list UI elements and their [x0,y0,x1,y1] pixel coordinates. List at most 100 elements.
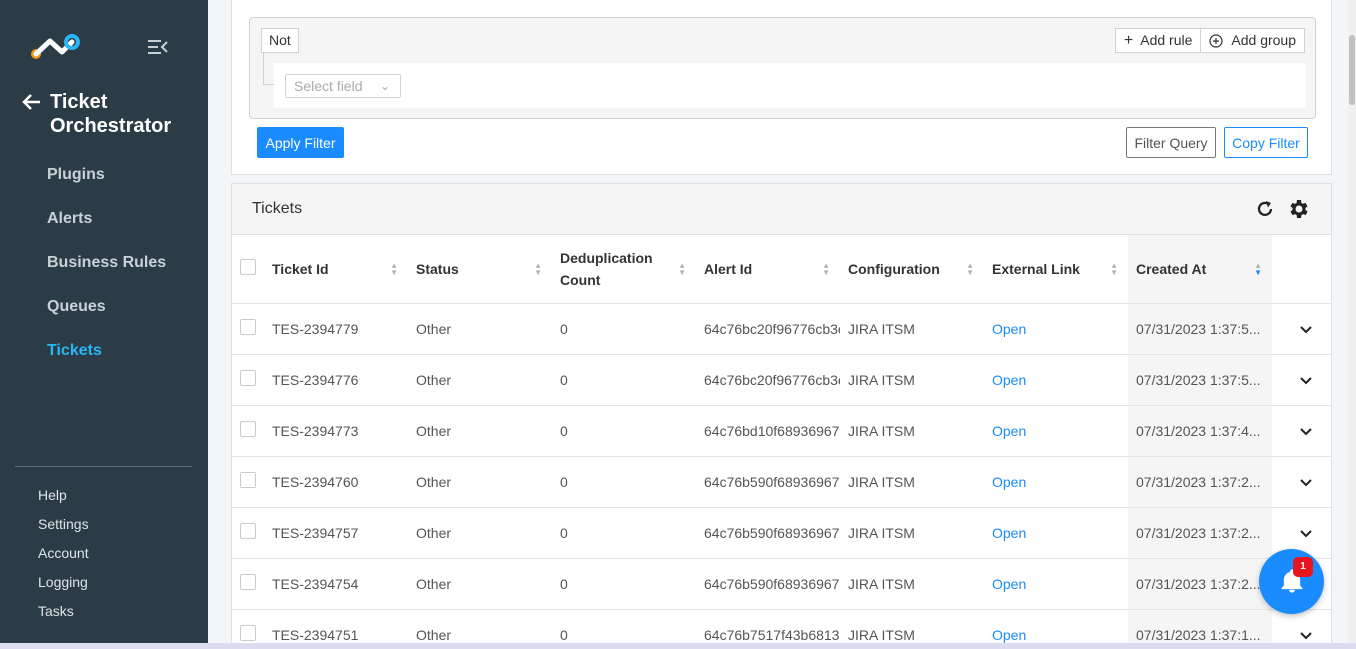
refresh-icon[interactable] [1255,199,1275,219]
chevron-down-icon[interactable] [1298,627,1314,643]
row-select-cell [232,558,264,610]
back-arrow-icon[interactable] [22,92,42,112]
sidebar-item-alerts[interactable]: Alerts [47,208,166,252]
sidebar-item-plugins[interactable]: Plugins [47,164,166,208]
column-external-link[interactable]: External Link ▲ ▼ [984,235,1128,304]
sidebar-item-settings[interactable]: Settings [38,515,89,544]
logo-icon [31,34,80,59]
open-link[interactable]: Open [992,423,1026,439]
scrollbar-thumb[interactable] [1349,35,1355,105]
column-label: Configuration [848,260,940,277]
open-link[interactable]: Open [992,525,1026,541]
main-content: Not + Add rule Add group Select field ⌄ … [208,0,1348,649]
column-alert-id[interactable]: Alert Id ▲ ▼ [696,235,840,304]
dedup-count-cell: 0 [552,456,696,508]
sidebar-item-account[interactable]: Account [38,544,89,573]
tickets-table: Ticket Id ▲ ▼ Status ▲ ▼ Deduplication Count… [232,235,1331,649]
add-group-button[interactable]: Add group [1201,28,1305,53]
configuration-cell: JIRA ITSM [840,354,984,406]
menu-collapse-icon[interactable] [147,38,169,56]
alert-id-cell: 64c76b590f68936967e [696,507,840,559]
ticket-id-cell: TES-2394754 [264,558,408,610]
table-row[interactable]: TES-2394779 Other 0 64c76bc20f96776cb3e … [232,303,1331,355]
settings-icon[interactable] [1287,197,1311,221]
select-field-dropdown[interactable]: Select field ⌄ [285,74,401,98]
sidebar-item-help[interactable]: Help [38,486,89,515]
ticket-id-cell: TES-2394760 [264,456,408,508]
column-label: Ticket Id [272,260,329,277]
ticket-id-cell: TES-2394773 [264,405,408,457]
open-link[interactable]: Open [992,576,1026,592]
row-checkbox[interactable] [240,421,256,437]
table-row[interactable]: TES-2394776 Other 0 64c76bc20f96776cb3e … [232,354,1331,406]
open-link[interactable]: Open [992,474,1026,490]
chevron-down-icon[interactable] [1298,525,1314,541]
add-rule-button[interactable]: + Add rule [1114,28,1202,53]
page-scrollbar[interactable] [1348,0,1356,649]
sidebar-item-tasks[interactable]: Tasks [38,602,89,631]
row-checkbox[interactable] [240,319,256,335]
open-link[interactable]: Open [992,627,1026,643]
external-link-cell: Open [984,354,1128,406]
row-select-cell [232,303,264,355]
chevron-down-icon[interactable] [1298,474,1314,490]
plus-icon: + [1123,31,1134,49]
sort-icon[interactable]: ▲ ▼ [1110,261,1118,276]
row-select-cell [232,354,264,406]
row-checkbox[interactable] [240,472,256,488]
copy-filter-button[interactable]: Copy Filter [1224,127,1308,158]
dedup-count-cell: 0 [552,558,696,610]
row-checkbox[interactable] [240,370,256,386]
alert-id-cell: 64c76bc20f96776cb3e [696,354,840,406]
not-toggle-button[interactable]: Not [261,28,299,53]
open-link[interactable]: Open [992,321,1026,337]
filter-panel: Not + Add rule Add group Select field ⌄ … [231,0,1332,175]
open-link[interactable]: Open [992,372,1026,388]
column-dedup-count[interactable]: Deduplication Count ▲ ▼ [552,235,696,304]
row-checkbox[interactable] [240,625,256,641]
notifications-button[interactable]: 1 [1259,549,1324,614]
row-select-cell [232,456,264,508]
row-checkbox[interactable] [240,574,256,590]
configuration-cell: JIRA ITSM [840,303,984,355]
sort-icon[interactable]: ▲ ▼ [966,261,974,276]
sidebar-item-queues[interactable]: Queues [47,296,166,340]
column-status[interactable]: Status ▲ ▼ [408,235,552,304]
chevron-down-icon[interactable] [1298,321,1314,337]
external-link-cell: Open [984,405,1128,457]
column-ticket-id[interactable]: Ticket Id ▲ ▼ [264,235,408,304]
apply-filter-button[interactable]: Apply Filter [257,127,344,158]
chevron-down-icon[interactable] [1298,423,1314,439]
tickets-header: Tickets [232,184,1331,235]
sort-icon[interactable]: ▲ ▼ [678,261,686,276]
sidebar-item-business-rules[interactable]: Business Rules [47,252,166,296]
table-row[interactable]: TES-2394757 Other 0 64c76b590f68936967e … [232,507,1331,559]
sort-icon[interactable]: ▲ ▼ [390,261,398,276]
filter-query-button[interactable]: Filter Query [1126,127,1216,158]
table-row[interactable]: TES-2394773 Other 0 64c76bd10f68936967e … [232,405,1331,457]
row-select-cell [232,507,264,559]
alert-id-cell: 64c76bd10f68936967e [696,405,840,457]
table-row[interactable]: TES-2394760 Other 0 64c76b590f68936967e … [232,456,1331,508]
table-row[interactable]: TES-2394754 Other 0 64c76b590f68936967e … [232,558,1331,610]
sidebar-item-tickets[interactable]: Tickets [47,340,166,384]
select-all-checkbox[interactable] [240,259,256,276]
column-created-at[interactable]: Created At ▲ ▼ [1128,235,1272,304]
ticket-id-cell: TES-2394779 [264,303,408,355]
configuration-cell: JIRA ITSM [840,558,984,610]
column-configuration[interactable]: Configuration ▲ ▼ [840,235,984,304]
status-cell: Other [408,303,552,355]
row-checkbox[interactable] [240,523,256,539]
dedup-count-cell: 0 [552,507,696,559]
sort-icon[interactable]: ▲ ▼ [822,261,830,276]
sidebar-item-logging[interactable]: Logging [38,573,89,602]
alert-id-cell: 64c76bc20f96776cb3e [696,303,840,355]
sort-icon[interactable]: ▲ ▼ [534,261,542,276]
chevron-down-icon[interactable] [1298,372,1314,388]
back-to-apps[interactable]: Ticket Orchestrator [22,90,180,138]
status-cell: Other [408,405,552,457]
add-rule-label: Add rule [1140,32,1193,48]
dedup-count-cell: 0 [552,405,696,457]
sort-icon[interactable]: ▲ ▼ [1254,261,1262,276]
column-label: Status [416,260,459,277]
